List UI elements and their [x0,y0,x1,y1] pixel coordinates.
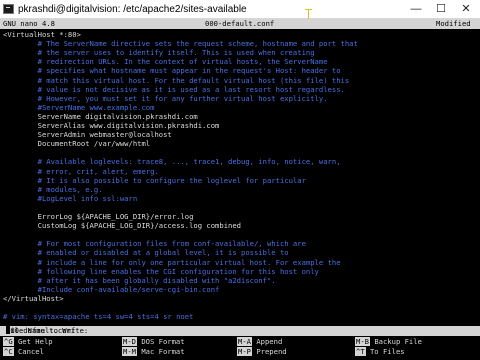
shortcut-dos-format[interactable]: M-D DOS Format [122,337,185,347]
shortcut-key: ^C [3,347,14,356]
config-line: </VirtualHost> [3,293,64,303]
shortcut-bar: ^G Get Help M-D DOS Format M-A Append M-B B… [0,335,480,357]
nano-version: GNU nano 4.8 [3,19,55,28]
shortcut-key: M-P [237,347,252,356]
nano-filename: 000-default.conf [205,19,275,28]
shortcut-key: M-A [237,337,252,346]
minimize-button[interactable]: — [405,0,427,19]
close-button[interactable]: ✕ [455,0,477,19]
shortcut-label: Cancel [17,347,44,356]
window-title: pkrashdi@digitalvision: /etc/apache2/sit… [18,4,247,15]
shortcut-to-files[interactable]: ^T To Files [355,347,405,357]
shortcut-key: M-B [355,337,370,346]
config-line: DocumentRoot /var/www/html [3,139,151,149]
shortcut-key: M-M [122,347,137,356]
shortcut-backup-file[interactable]: M-B Backup File [355,337,422,347]
shortcut-label: To Files [369,347,405,356]
shortcut-mac-format[interactable]: M-M Mac Format [122,347,185,357]
nano-modified-status: Modified [436,19,471,28]
shortcut-cancel[interactable]: ^C Cancel [3,347,44,357]
comment-line: # vim: syntax=apache ts=4 sw=4 sts=4 sr … [3,312,194,322]
shortcut-label: Prepend [256,347,287,356]
shortcut-get-help[interactable]: ^G Get Help [3,337,53,347]
config-line: CustomLog ${APACHE_LOG_DIR}/access.log c… [3,221,241,231]
terminal-area[interactable]: GNU nano 4.8 000-default.conf Modified <… [0,19,480,360]
nano-header-bar: GNU nano 4.8 000-default.conf Modified [0,19,480,29]
shortcut-append[interactable]: M-A Append [237,337,282,347]
text-caret [6,326,10,334]
comment-line: #LogLevel info ssl:warn [3,193,138,203]
terminal-app-icon [3,4,14,14]
maximize-button[interactable]: ☐ [430,0,452,19]
shortcut-prepend[interactable]: M-P Prepend [237,347,287,357]
shortcut-key: M-D [122,337,137,346]
shortcut-label: Mac Format [141,347,185,356]
shortcut-label: Append [256,337,283,346]
shortcut-label: Backup File [374,337,422,346]
shortcut-key: ^T [355,347,366,356]
shortcut-label: DOS Format [141,337,185,346]
shortcut-key: ^G [3,337,14,346]
window-titlebar[interactable]: pkrashdi@digitalvision: /etc/apache2/sit… [0,0,480,19]
shortcut-label: Get Help [17,337,53,346]
